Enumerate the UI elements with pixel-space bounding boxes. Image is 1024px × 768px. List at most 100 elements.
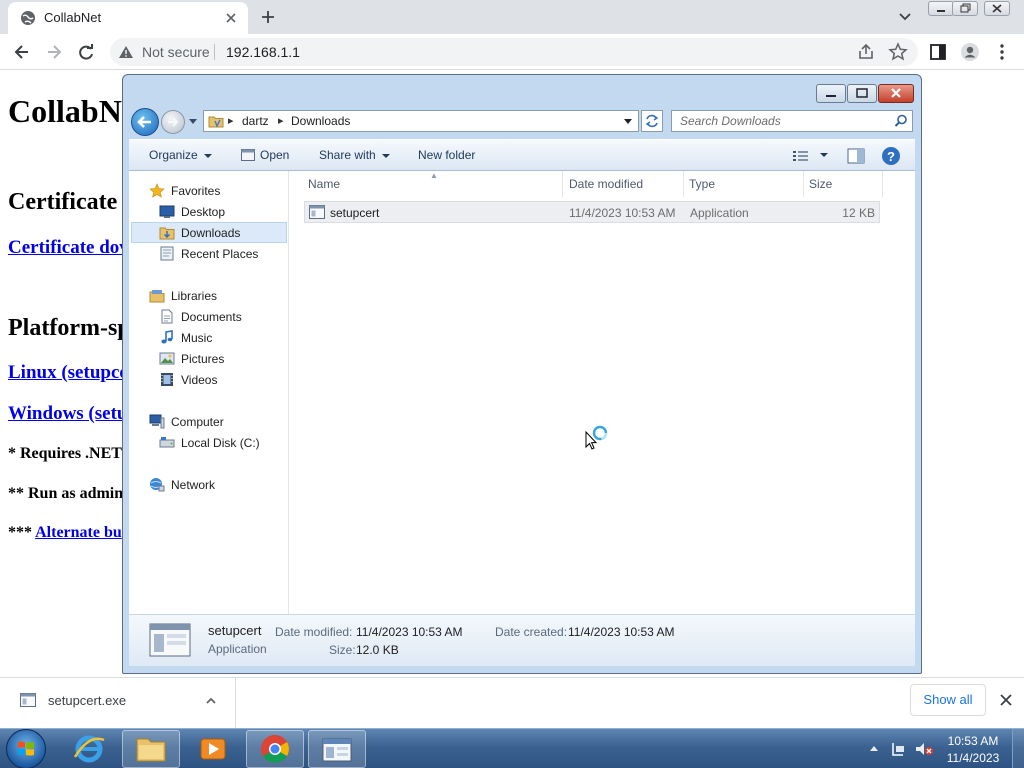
refresh-icon: [645, 114, 659, 128]
column-divider[interactable]: [882, 171, 883, 197]
nav-pictures[interactable]: Pictures: [159, 349, 279, 369]
action-center-icon[interactable]: [890, 741, 908, 757]
nav-network[interactable]: Network: [149, 475, 279, 495]
nav-downloads[interactable]: Downloads: [131, 222, 287, 243]
taskbar-internet-explorer[interactable]: [60, 730, 118, 768]
share-icon[interactable]: [856, 42, 876, 62]
forward-arrow-icon[interactable]: [44, 42, 64, 62]
change-view-icon[interactable]: [792, 149, 810, 163]
videos-film-icon: [161, 373, 173, 386]
certificate-download-link[interactable]: Certificate dov: [8, 237, 129, 259]
address-bar[interactable]: Not secure 192.168.1.1: [110, 38, 918, 66]
details-pane: setupcert Application Date modified: 11/…: [129, 614, 915, 666]
search-icon[interactable]: [894, 114, 908, 128]
nav-network-label: Network: [171, 478, 216, 492]
forward-arrow-icon: [168, 117, 179, 127]
reload-icon[interactable]: [76, 42, 96, 62]
taskbar-file-explorer[interactable]: [122, 730, 180, 768]
new-folder-button[interactable]: New folder: [418, 148, 475, 162]
view-options-dropdown[interactable]: [820, 153, 828, 157]
taskbar-media-player[interactable]: [184, 730, 242, 768]
security-status[interactable]: Not secure: [142, 44, 210, 60]
column-header-size[interactable]: Size: [809, 177, 832, 191]
volume-muted-icon[interactable]: [914, 741, 934, 757]
organize-button[interactable]: Organize: [149, 148, 212, 162]
explorer-maximize-button[interactable]: [847, 84, 877, 103]
nav-favorites[interactable]: Favorites: [149, 181, 279, 201]
column-header-name[interactable]: Name: [308, 177, 340, 191]
details-size-label: Size:: [329, 643, 356, 657]
taskbar-certificate-app[interactable]: [308, 730, 366, 768]
back-arrow-icon[interactable]: [12, 42, 32, 62]
recent-pages-dropdown[interactable]: [189, 119, 197, 124]
windows-link[interactable]: Windows (setu: [8, 403, 127, 425]
show-desktop-button[interactable]: [1012, 729, 1024, 768]
share-with-button[interactable]: Share with: [319, 148, 390, 162]
nav-music[interactable]: Music: [159, 328, 279, 348]
globe-icon: [21, 11, 35, 25]
column-divider[interactable]: [683, 171, 684, 197]
divider: [214, 44, 215, 60]
refresh-button[interactable]: [641, 110, 663, 132]
column-divider[interactable]: [562, 171, 563, 197]
browser-tab[interactable]: CollabNet: [8, 2, 248, 34]
nav-documents[interactable]: Documents: [159, 307, 279, 327]
file-type: Application: [690, 206, 749, 220]
folder-icon: [208, 116, 224, 128]
start-button[interactable]: [6, 729, 46, 768]
nav-recent-places[interactable]: Recent Places: [159, 244, 285, 264]
show-hidden-icons-icon[interactable]: [868, 743, 880, 753]
explorer-close-button[interactable]: [878, 84, 914, 103]
music-note-icon: [161, 330, 173, 344]
explorer-forward-button[interactable]: [161, 110, 185, 134]
taskbar-chrome[interactable]: [246, 730, 304, 768]
url-text[interactable]: 192.168.1.1: [226, 44, 300, 60]
column-header-date-modified[interactable]: Date modified: [569, 177, 643, 191]
show-all-button[interactable]: Show all: [910, 684, 986, 716]
address-dropdown[interactable]: [624, 119, 632, 124]
warning-triangle-icon[interactable]: [118, 45, 134, 59]
clock-date[interactable]: 11/4/2023: [938, 751, 1008, 765]
explorer-address-bar[interactable]: ▸ dartz ▸ Downloads: [203, 110, 639, 132]
preview-pane-icon[interactable]: [847, 148, 865, 164]
nav-libraries[interactable]: Libraries: [149, 286, 279, 306]
menu-kebab-icon[interactable]: [992, 42, 1012, 62]
nav-local-disk[interactable]: Local Disk (C:): [159, 433, 285, 453]
close-tab-icon[interactable]: [222, 9, 240, 27]
breadcrumb-downloads[interactable]: Downloads: [291, 114, 350, 128]
explorer-back-button[interactable]: [131, 108, 159, 136]
chevron-up-icon[interactable]: [204, 694, 218, 708]
column-header-type[interactable]: Type: [689, 177, 715, 191]
file-name: setupcert: [330, 206, 380, 220]
breadcrumb-dartz[interactable]: dartz: [242, 114, 269, 128]
open-button[interactable]: Open: [241, 148, 289, 162]
download-item[interactable]: setupcert.exe: [0, 678, 236, 728]
linux-link[interactable]: Linux (setupce: [8, 362, 128, 384]
column-divider[interactable]: [803, 171, 804, 197]
alternate-link[interactable]: Alternate bu: [35, 524, 122, 541]
bookmark-star-icon[interactable]: [888, 42, 908, 62]
close-icon[interactable]: [998, 692, 1014, 708]
chevron-down-icon: [381, 153, 390, 158]
explorer-minimize-button[interactable]: [816, 84, 846, 103]
clock-time[interactable]: 10:53 AM: [938, 734, 1008, 748]
search-downloads-box[interactable]: Search Downloads: [671, 110, 913, 132]
table-row[interactable]: setupcert 11/4/2023 10:53 AM Application…: [304, 201, 880, 223]
chevron-down-icon[interactable]: [896, 9, 914, 25]
organize-label: Organize: [149, 148, 198, 162]
breadcrumb-separator[interactable]: ▸: [278, 114, 284, 127]
platform-heading: Platform-sp: [8, 315, 131, 341]
details-date-created: 11/4/2023 10:53 AM: [568, 625, 675, 639]
side-panel-icon[interactable]: [928, 42, 948, 62]
close-window-button[interactable]: [984, 1, 1010, 16]
note-run-as-admin: ** Run as admin: [8, 485, 124, 502]
new-tab-icon[interactable]: [258, 7, 278, 27]
profile-avatar-icon[interactable]: [960, 42, 980, 62]
nav-videos[interactable]: Videos: [159, 370, 279, 390]
minimize-window-button[interactable]: [928, 1, 954, 16]
nav-computer[interactable]: Computer: [149, 412, 279, 432]
restore-window-button[interactable]: [952, 1, 978, 16]
help-icon[interactable]: ?: [881, 146, 901, 166]
nav-desktop[interactable]: Desktop: [159, 202, 279, 222]
breadcrumb-separator[interactable]: ▸: [228, 114, 234, 127]
